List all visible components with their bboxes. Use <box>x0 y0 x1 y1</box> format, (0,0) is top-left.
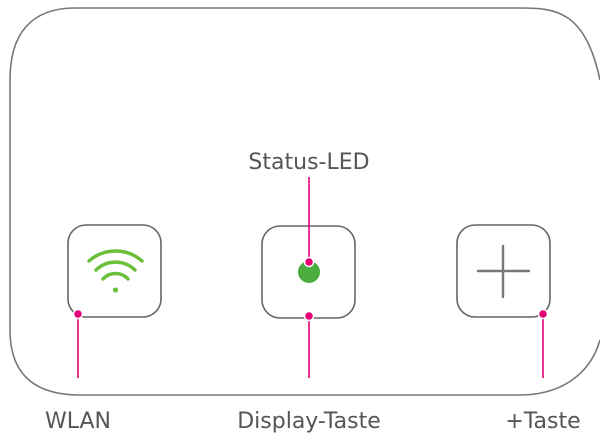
callout-wlan <box>72 308 84 378</box>
wlan-button[interactable] <box>67 224 162 318</box>
device-diagram: Status-LED WLAN Display-Taste +Taste <box>9 7 600 434</box>
device-outline <box>9 7 600 396</box>
status-led-label: Status-LED <box>248 150 369 175</box>
display-button-label: Display-Taste <box>237 409 381 434</box>
callout-plus-button <box>537 308 549 378</box>
callout-display-button <box>303 310 315 378</box>
wlan-label: WLAN <box>45 409 111 434</box>
plus-button-label: +Taste <box>505 409 580 434</box>
plus-button[interactable] <box>456 224 551 318</box>
